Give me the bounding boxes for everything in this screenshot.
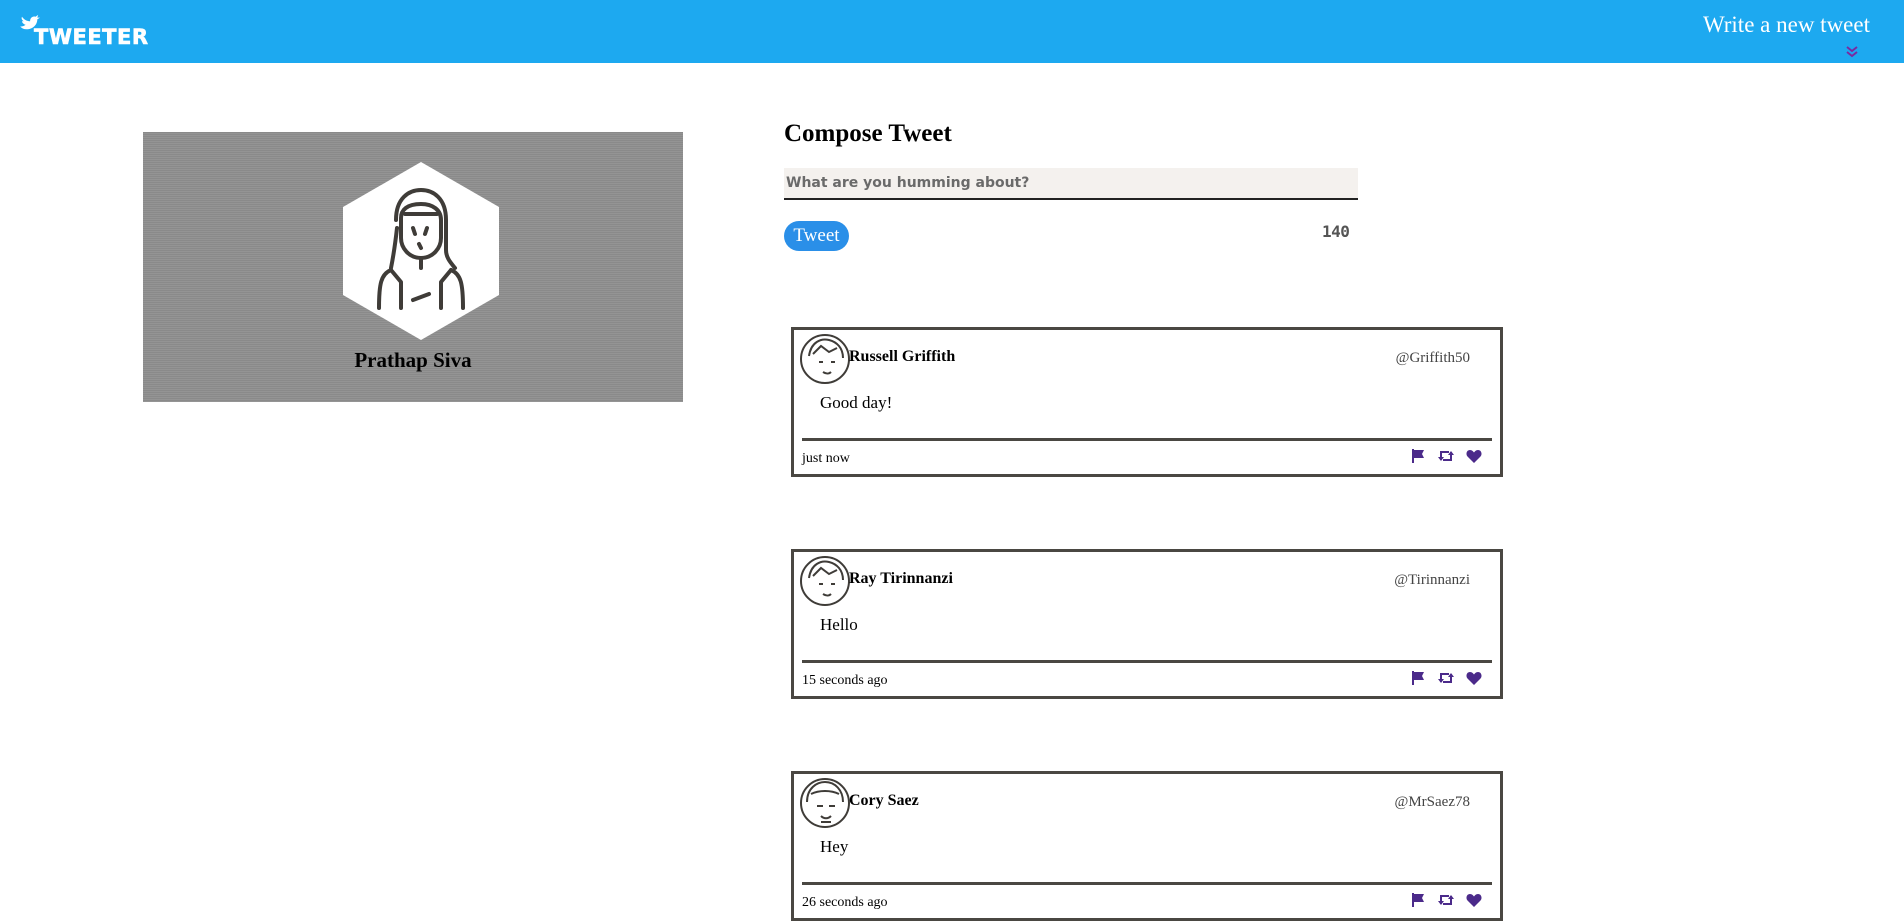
- tweet-timestamp: just now: [802, 451, 850, 466]
- flag-icon[interactable]: [1410, 892, 1426, 908]
- tweet-divider: [802, 438, 1492, 441]
- heart-icon[interactable]: [1466, 892, 1482, 908]
- double-chevron-down-icon[interactable]: [1845, 45, 1859, 59]
- flag-icon[interactable]: [1410, 448, 1426, 464]
- tweet-author-handle: @Griffith50: [1395, 350, 1470, 366]
- user-avatar-icon: [800, 556, 850, 606]
- tweet-author-name[interactable]: Russell Griffith: [849, 348, 955, 366]
- tweet-divider: [802, 660, 1492, 663]
- flag-icon[interactable]: [1410, 670, 1426, 686]
- compose-title: Compose Tweet: [784, 120, 952, 147]
- tweet-author-name[interactable]: Ray Tirinnanzi: [849, 570, 953, 588]
- tweet-card: Russell Griffith @Griffith50 Good day! j…: [791, 327, 1503, 477]
- top-nav-bar: TWEETER Write a new tweet: [0, 0, 1904, 63]
- tweet-card: Cory Saez @MrSaez78 Hey 26 seconds ago: [791, 771, 1503, 921]
- tweet-author-handle: @Tirinnanzi: [1394, 572, 1470, 588]
- tweet-timestamp: 15 seconds ago: [802, 673, 888, 688]
- profile-name: Prathap Siva: [354, 348, 472, 372]
- tweet-text: Hello: [820, 615, 858, 634]
- user-avatar-icon: [800, 334, 850, 384]
- retweet-icon[interactable]: [1437, 670, 1454, 686]
- profile-avatar-icon: [343, 162, 499, 340]
- heart-icon[interactable]: [1466, 448, 1482, 464]
- heart-icon[interactable]: [1466, 670, 1482, 686]
- tweet-divider: [802, 882, 1492, 885]
- write-new-tweet-link[interactable]: Write a new tweet: [1703, 12, 1870, 38]
- retweet-icon[interactable]: [1437, 892, 1454, 908]
- tweet-author-handle: @MrSaez78: [1394, 794, 1470, 810]
- tweet-actions: [1403, 670, 1482, 688]
- tweet-author-name[interactable]: Cory Saez: [849, 792, 919, 810]
- tweet-timestamp: 26 seconds ago: [802, 895, 888, 910]
- tweet-actions: [1403, 448, 1482, 466]
- tweet-text: Good day!: [820, 393, 893, 412]
- tweet-text: Hey: [820, 837, 849, 856]
- profile-card: Prathap Siva: [143, 132, 683, 402]
- brand-name: TWEETER: [34, 25, 149, 50]
- tweet-card: Ray Tirinnanzi @Tirinnanzi Hello 15 seco…: [791, 549, 1503, 699]
- tweet-actions: [1403, 892, 1482, 910]
- user-avatar-icon: [800, 778, 850, 828]
- tweet-button[interactable]: Tweet: [784, 221, 849, 251]
- character-counter: 140: [1322, 222, 1350, 241]
- retweet-icon[interactable]: [1437, 448, 1454, 464]
- compose-tweet-input[interactable]: [784, 168, 1358, 200]
